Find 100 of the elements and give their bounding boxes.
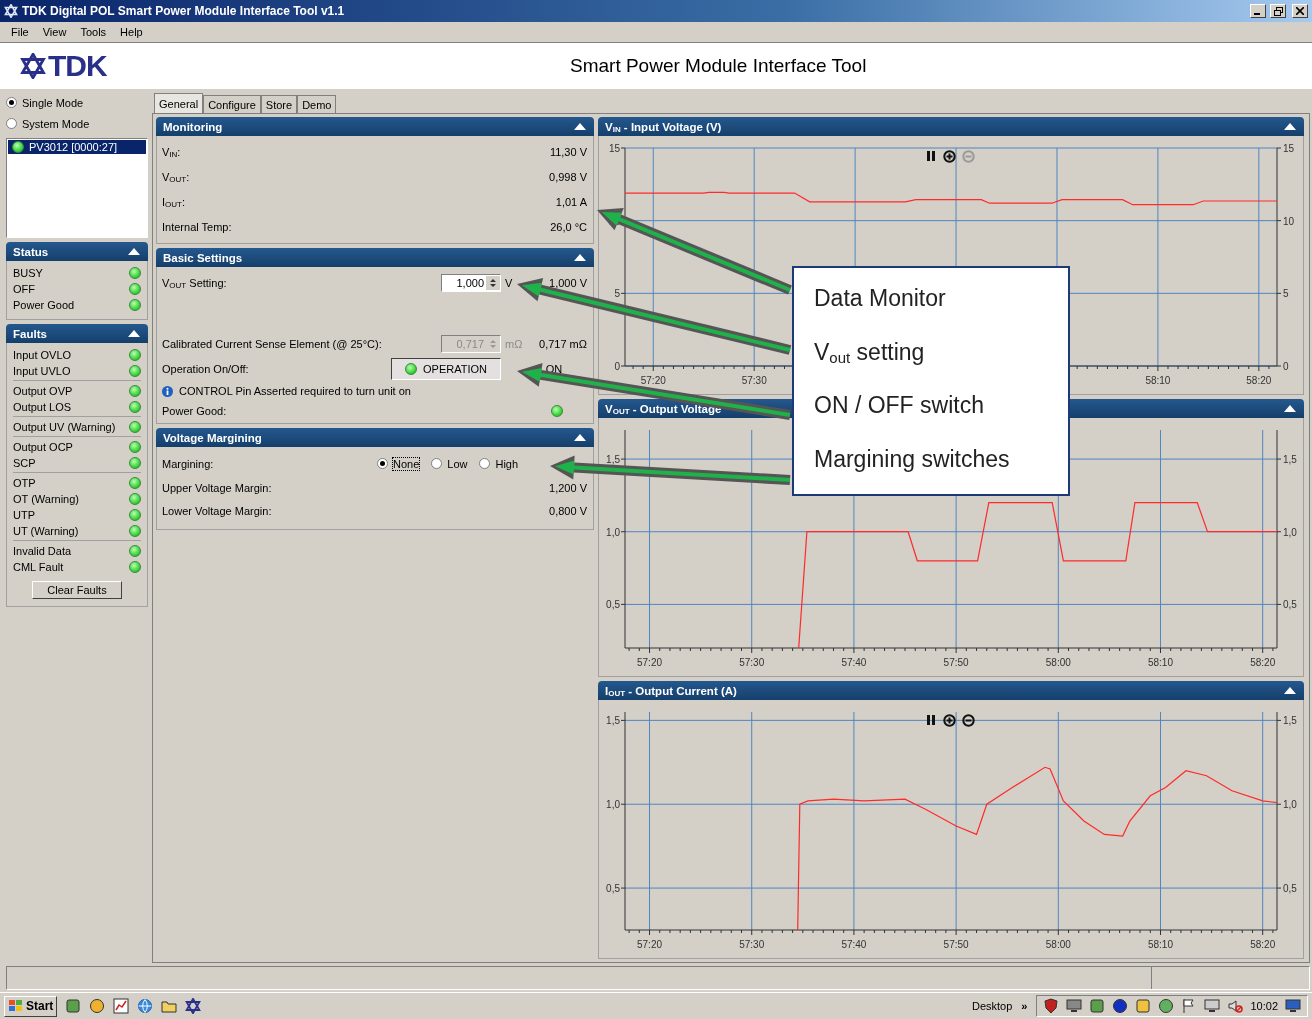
value-text: 11,30 V <box>549 145 587 158</box>
panel-title: Faults <box>13 327 47 340</box>
panel-title: Monitoring <box>163 120 223 133</box>
radio-icon[interactable] <box>431 458 443 469</box>
fault-label: Output LOS <box>13 401 72 413</box>
logo-icon <box>185 998 202 1014</box>
axis-label: 58:00 <box>1045 657 1071 668</box>
status-led <box>129 365 141 377</box>
field-label: Calibrated Current Sense Element (@ 25°C): <box>162 337 383 350</box>
axis-label: 1,5 <box>1283 715 1297 727</box>
radio-button[interactable]: High <box>479 453 519 474</box>
axis-label: 1,5 <box>1283 454 1297 466</box>
restore-button[interactable] <box>1270 4 1286 18</box>
status-led <box>129 509 141 521</box>
field-label: Upper Voltage Margin: <box>162 481 273 494</box>
field-label: Lower Voltage Margin: <box>162 504 273 517</box>
start-logo-icon <box>8 999 24 1013</box>
info-icon <box>162 385 173 397</box>
device-item[interactable]: PV3012 [0000:27] <box>8 140 146 154</box>
collapse-icon[interactable] <box>128 330 140 337</box>
radio-button[interactable]: System Mode <box>6 113 148 134</box>
operation-button[interactable]: OPERATION <box>391 357 501 380</box>
status-led <box>129 283 141 295</box>
callout-text: ON / OFF switch <box>814 392 985 420</box>
axis-label: 57:30 <box>739 939 765 950</box>
collapse-icon[interactable] <box>1284 405 1296 412</box>
zoom-out-icon[interactable] <box>962 714 975 727</box>
field-label: Operation On/Off: <box>162 362 250 375</box>
value-text: 1,000 V <box>549 276 587 289</box>
radio-button[interactable]: Low <box>431 453 468 474</box>
zoom-in-icon[interactable] <box>943 150 956 163</box>
unit-label: mΩ <box>505 337 523 350</box>
collapse-icon[interactable] <box>574 123 586 130</box>
speaker-muted-icon[interactable] <box>1227 998 1244 1014</box>
status-led <box>129 457 141 469</box>
shield-icon[interactable] <box>1043 998 1060 1014</box>
zoom-in-icon[interactable] <box>943 714 956 727</box>
number-field[interactable]: 1,000 <box>441 273 501 292</box>
collapse-icon[interactable] <box>574 254 586 261</box>
monitor-icon[interactable] <box>1285 998 1301 1014</box>
tab[interactable]: Store <box>260 95 298 113</box>
clear-faults-button[interactable]: Clear Faults <box>32 581 122 599</box>
unit-label: V <box>505 276 513 289</box>
close-button[interactable] <box>1292 4 1308 18</box>
minimize-button[interactable] <box>1250 4 1266 18</box>
chevron-button[interactable]: » <box>1021 1000 1028 1012</box>
radio-button[interactable]: None <box>377 453 420 474</box>
axis-label: 58:10 <box>1148 939 1173 950</box>
globe-icon[interactable] <box>137 998 154 1014</box>
collapse-icon[interactable] <box>1284 687 1296 694</box>
axis-label: 5 <box>1283 288 1289 300</box>
window-title: TDK Digital POL Smart Power Module Interface Tool v1.1 <box>22 4 346 18</box>
radio-icon[interactable] <box>479 458 491 469</box>
axis-label: 0 <box>614 361 620 372</box>
close-icon <box>1296 7 1304 15</box>
fault-label: CML Fault <box>13 561 64 573</box>
monitor-icon[interactable] <box>1204 998 1221 1014</box>
field-label: Power Good: <box>162 405 228 417</box>
radio-button[interactable]: Single Mode <box>6 92 148 113</box>
menu-item[interactable]: Tools <box>73 26 114 38</box>
axis-label: 1,5 <box>606 454 620 466</box>
menu-item[interactable]: Help <box>113 26 150 38</box>
start-button[interactable]: Start <box>4 995 58 1017</box>
axis-label: 1,0 <box>1283 526 1297 538</box>
fault-label: OTP <box>13 477 36 489</box>
pause-icon[interactable] <box>925 150 937 162</box>
spin-arrows-icon[interactable] <box>486 275 500 290</box>
radio-icon[interactable] <box>6 97 17 108</box>
callout-text: V$_{out}$ setting <box>814 338 926 366</box>
menu-item[interactable]: View <box>35 26 74 38</box>
toolbar-label[interactable]: Desktop <box>972 1000 1013 1012</box>
panel-title: Status <box>13 245 49 258</box>
collapse-icon[interactable] <box>1284 123 1296 130</box>
chart-icon[interactable] <box>113 998 130 1014</box>
folder-icon[interactable] <box>161 998 178 1014</box>
logo-text: TDK <box>48 49 107 83</box>
fault-label: OT (Warning) <box>13 493 79 505</box>
collapse-icon[interactable] <box>574 434 586 441</box>
tab[interactable]: Configure <box>203 95 261 113</box>
radio-icon[interactable] <box>377 458 388 469</box>
value-text: 1,01 A <box>555 195 587 208</box>
radio-icon[interactable] <box>6 118 17 129</box>
app-icon <box>4 4 18 18</box>
axis-label: 1,0 <box>606 526 620 538</box>
status-label: BUSY <box>13 267 43 279</box>
menu-item[interactable]: File <box>4 26 36 38</box>
field-label: I$_{OUT}$: <box>162 195 186 208</box>
tab[interactable]: Demo <box>297 95 337 113</box>
status-label: Power Good <box>13 299 75 311</box>
axis-label: 57:40 <box>841 939 867 950</box>
pause-icon[interactable] <box>925 714 937 726</box>
fault-label: Invalid Data <box>13 545 72 557</box>
axis-label: 0,5 <box>606 883 620 895</box>
status-led <box>129 349 141 361</box>
fault-label: Output UV (Warning) <box>13 421 116 433</box>
app-title: Smart Power Module Interface Tool <box>570 55 867 77</box>
info-text: CONTROL Pin Asserted required to turn unit on <box>179 385 411 397</box>
tab[interactable]: General <box>154 93 204 113</box>
axis-label: 0,5 <box>1283 883 1297 895</box>
collapse-icon[interactable] <box>128 248 140 255</box>
